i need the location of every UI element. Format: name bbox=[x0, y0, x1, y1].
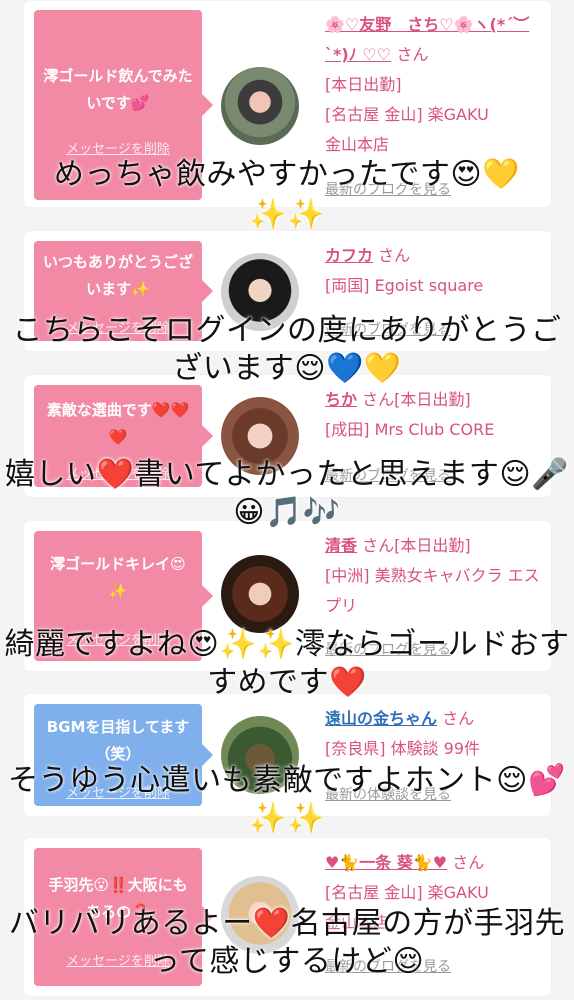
profile-name[interactable]: 清香 さん[本日出勤] bbox=[325, 531, 545, 561]
info-line: [名古屋 金山] 楽GAKU bbox=[325, 883, 489, 902]
bubble-text: 澪ゴールド飲んでみたいです💕 bbox=[43, 67, 193, 112]
profile-name[interactable]: カフカ さん bbox=[325, 241, 545, 271]
bubble-text: 澪ゴールドキレイ😍✨ bbox=[50, 555, 186, 600]
overlay-caption: 綺麗ですよね😍✨✨澪ならゴールドおすすめです❤️ bbox=[4, 627, 570, 700]
info-line: [成田] Mrs Club CORE bbox=[325, 420, 495, 439]
bubble-text: 素敵な選曲です❤️❤️❤️ bbox=[46, 401, 190, 446]
info-line: [両国] Egoist square bbox=[325, 276, 484, 295]
overlay-caption: 嬉しい❤️書いてよかったと思えます😌🎤😀🎵🎶 bbox=[4, 457, 570, 530]
avatar[interactable] bbox=[221, 555, 299, 633]
san-label: さん[本日出勤] bbox=[362, 536, 471, 555]
overlay-caption: めっちゃ飲みやすかったです😍💛 bbox=[53, 157, 521, 192]
profile-info: ちか さん[本日出勤] [成田] Mrs Club CORE bbox=[325, 385, 545, 445]
profile-info: カフカ さん [両国] Egoist square bbox=[325, 241, 545, 301]
name-text: ちか bbox=[325, 390, 358, 409]
delete-message-link[interactable]: メッセージを削除 bbox=[34, 138, 202, 157]
san-label: さん bbox=[378, 246, 411, 265]
name-text: 清香 bbox=[325, 536, 358, 555]
profile-name[interactable]: 遠山の金ちゃん さん bbox=[325, 704, 545, 734]
bubble-text: BGMを目指してます（笑） bbox=[46, 718, 190, 763]
profile-info: 🌸♡友野 さち♡🌸ヽ(*´︶`*)ﾉ ♡♡ さん [本日出勤] [名古屋 金山]… bbox=[325, 10, 545, 160]
info-line: [名古屋 金山] 楽GAKU bbox=[325, 105, 489, 124]
profile-info: 清香 さん[本日出勤] [中洲] 美熟女キャバクラ エスプリ bbox=[325, 531, 545, 621]
san-label: さん bbox=[396, 45, 429, 64]
info-line: [奈良県] 体験談 99件 bbox=[325, 739, 481, 758]
san-label: さん[本日出勤] bbox=[362, 390, 471, 409]
bubble-text: いつもありがとうございます✨ bbox=[42, 253, 193, 298]
name-text: カフカ bbox=[325, 246, 374, 265]
san-label: さん bbox=[442, 709, 475, 728]
overlay-caption: こちらこそログインの度にありがとうございます😌💙💛 bbox=[12, 313, 562, 386]
profile-name[interactable]: ♥🐈一条 葵🐈♥ さん bbox=[325, 848, 545, 878]
profile-name[interactable]: 🌸♡友野 さち♡🌸ヽ(*´︶`*)ﾉ ♡♡ さん bbox=[325, 10, 545, 70]
overlay-caption: バリバリあるよー❤️名古屋の方が手羽先って感じするけど😌 bbox=[8, 906, 566, 979]
overlay-caption: そうゆう心遣いも素敵ですよホント😌💕✨✨ bbox=[8, 763, 566, 836]
profile-info: 遠山の金ちゃん さん [奈良県] 体験談 99件 bbox=[325, 704, 545, 764]
info-line: [本日出勤] bbox=[325, 75, 402, 94]
overlay-caption: ✨✨ bbox=[249, 197, 325, 232]
profile-name[interactable]: ちか さん[本日出勤] bbox=[325, 385, 545, 415]
san-label: さん bbox=[452, 853, 485, 872]
name-text: ♥🐈一条 葵🐈♥ bbox=[325, 853, 448, 872]
avatar[interactable] bbox=[221, 67, 299, 145]
info-line: [中洲] 美熟女キャバクラ エスプリ bbox=[325, 566, 540, 615]
name-text: 遠山の金ちゃん bbox=[325, 709, 438, 728]
